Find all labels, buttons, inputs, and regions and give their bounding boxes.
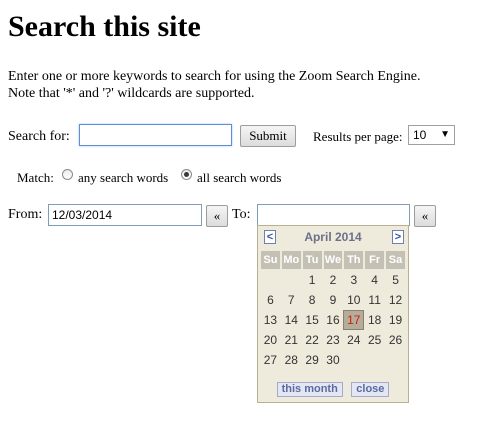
intro-line-1: Enter one or more keywords to search for… (8, 69, 421, 84)
calendar-footer: this month close (258, 379, 408, 397)
to-label: To: (232, 207, 251, 222)
match-any-radio[interactable] (62, 169, 73, 180)
calendar-day[interactable]: 7 (282, 291, 301, 309)
calendar-day[interactable]: 16 (324, 311, 343, 329)
calendar-day[interactable]: 17 (343, 310, 365, 330)
results-per-page-label: Results per page: (313, 129, 403, 144)
calendar-day[interactable]: 22 (303, 331, 322, 349)
calendar-weekday-header: Su (261, 251, 280, 269)
intro-text: Enter one or more keywords to search for… (8, 68, 478, 102)
calendar-day[interactable]: 12 (386, 291, 405, 309)
calendar-this-month-button[interactable]: this month (276, 382, 343, 397)
match-all-label[interactable]: all search words (197, 170, 281, 186)
calendar-weekday-header: Tu (302, 251, 322, 269)
calendar-day[interactable]: 23 (324, 331, 343, 349)
calendar-week-row: 27 28 29 30 (261, 351, 405, 369)
calendar-week-row: 6 7 8 9 10 11 12 (261, 291, 405, 309)
from-date-input[interactable]: 12/03/2014 (48, 204, 202, 226)
calendar-day[interactable]: 20 (261, 331, 280, 349)
calendar-empty-cell (386, 351, 405, 369)
calendar-grid: Su Mo Tu We Th Fr Sa 1 2 3 4 5 6 7 8 9 10 11 12 13 14 15 16 17… (259, 249, 407, 371)
calendar-weekday-header: We (323, 251, 343, 269)
from-date-picker-button[interactable]: « (206, 205, 228, 227)
calendar-day[interactable]: 5 (386, 271, 405, 289)
calendar-next-month-button[interactable]: > (392, 230, 404, 244)
calendar-weekday-header: Mo (281, 251, 301, 269)
page-title: Search this site (8, 10, 201, 43)
calendar-empty-cell (282, 271, 301, 289)
calendar-day[interactable]: 1 (303, 271, 322, 289)
calendar-day[interactable]: 15 (303, 311, 322, 329)
match-label: Match: (17, 170, 54, 185)
to-date-input[interactable] (257, 204, 410, 226)
calendar-weekday-header: Th (344, 251, 364, 269)
calendar-weekday-header: Sa (386, 251, 405, 269)
search-label: Search for: (8, 129, 70, 144)
calendar-day[interactable]: 13 (261, 311, 280, 329)
calendar-header: < April 2014 > (258, 230, 408, 246)
calendar-month-title: April 2014 (304, 230, 362, 244)
match-any-label[interactable]: any search words (78, 170, 168, 186)
calendar-week-row: 20 21 22 23 24 25 26 (261, 331, 405, 349)
from-label: From: (8, 207, 43, 222)
calendar-week-row: 13 14 15 16 17 18 19 (261, 310, 405, 330)
calendar-empty-cell (261, 271, 280, 289)
calendar-day[interactable]: 25 (365, 331, 384, 349)
calendar-day[interactable]: 18 (365, 311, 384, 329)
calendar-day[interactable]: 28 (282, 351, 301, 369)
calendar-day[interactable]: 27 (261, 351, 280, 369)
calendar-day[interactable]: 30 (324, 351, 343, 369)
calendar-day[interactable]: 24 (344, 331, 363, 349)
calendar-day[interactable]: 26 (386, 331, 405, 349)
calendar-day[interactable]: 3 (344, 271, 363, 289)
to-date-picker-button[interactable]: « (414, 205, 436, 227)
search-input[interactable] (79, 124, 232, 146)
match-all-radio[interactable] (181, 169, 192, 180)
calendar-day[interactable]: 9 (324, 291, 343, 309)
calendar-weekday-header: Fr (365, 251, 385, 269)
results-per-page-value: 10 (413, 128, 427, 142)
calendar-empty-cell (365, 351, 384, 369)
calendar-day[interactable]: 4 (365, 271, 384, 289)
calendar-day[interactable]: 29 (303, 351, 322, 369)
dropdown-arrow-icon: ▼ (440, 129, 450, 140)
calendar-day[interactable]: 21 (282, 331, 301, 349)
calendar-day[interactable]: 6 (261, 291, 280, 309)
calendar-day[interactable]: 11 (365, 291, 384, 309)
intro-line-2: Note that '*' and '?' wildcards are supp… (8, 86, 255, 101)
calendar-week-row: 12345 (261, 271, 405, 289)
submit-button[interactable]: Submit (240, 125, 296, 147)
calendar-empty-cell (344, 351, 363, 369)
results-per-page-select[interactable]: 10 ▼ (408, 125, 455, 145)
calendar-close-button[interactable]: close (351, 382, 390, 397)
calendar-day[interactable]: 10 (344, 291, 363, 309)
calendar-day[interactable]: 8 (303, 291, 322, 309)
calendar-day[interactable]: 2 (324, 271, 343, 289)
calendar-day[interactable]: 14 (282, 311, 301, 329)
calendar-popup: < April 2014 > Su Mo Tu We Th Fr Sa 1234567891… (257, 225, 409, 403)
calendar-day[interactable]: 19 (386, 311, 405, 329)
